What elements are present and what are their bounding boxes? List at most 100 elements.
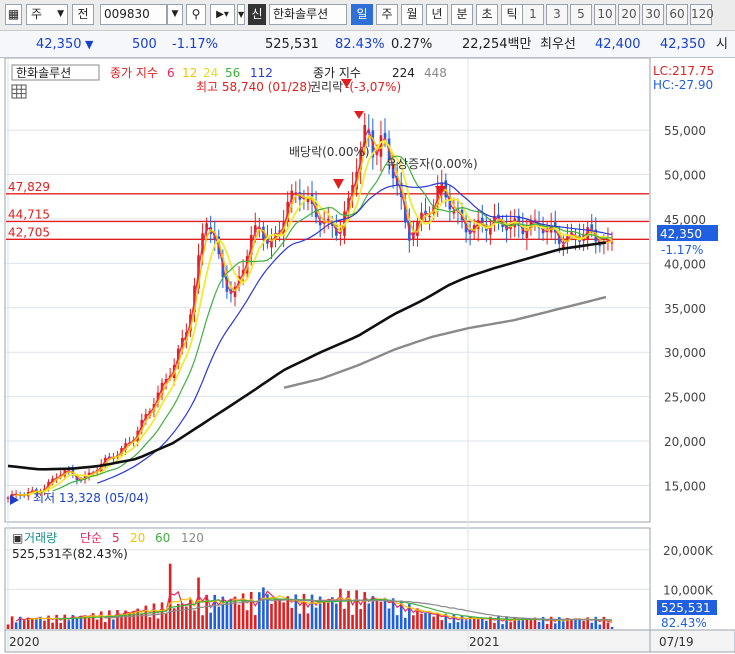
- volume-bar-35: [148, 617, 152, 629]
- volume-bar-24: [103, 622, 107, 629]
- volume-bar-42: [176, 603, 180, 629]
- interval-button-30[interactable]: 30: [642, 4, 664, 25]
- volume-bar-61: [253, 615, 257, 629]
- credit-badge[interactable]: 신: [248, 4, 266, 25]
- volume-bar-117: [480, 617, 484, 629]
- interval-button-5[interactable]: 5: [570, 4, 592, 25]
- grid-toggle-icon[interactable]: [11, 84, 27, 99]
- volume-checkbox-icon[interactable]: ▣: [12, 531, 23, 545]
- chart-area: 55,000 50,000 45,000 40,000 35,000 30,000 25,0…: [4, 58, 735, 653]
- period-tab-0[interactable]: 일: [351, 4, 373, 25]
- volume-current-pct: 82.43%: [661, 616, 707, 630]
- volume-bar-101: [416, 608, 419, 629]
- stock-name-field[interactable]: 한화솔루션: [269, 4, 347, 25]
- vol-y-tick-1: 10,000K: [663, 583, 714, 597]
- y-tick-7: 20,000: [664, 435, 706, 449]
- volume-summary: 525,531주(82.43%): [12, 547, 128, 561]
- y-tick-8: 15,000: [664, 479, 706, 493]
- legend-ma224: 224: [392, 66, 415, 80]
- volume-bar-25: [108, 610, 111, 629]
- volume-bar-142: [582, 620, 585, 629]
- horizontal-line-label-2: 42,705: [8, 225, 50, 239]
- interval-button-20[interactable]: 20: [618, 4, 640, 25]
- volume-bar-120: [493, 622, 496, 629]
- period-tab-2[interactable]: 월: [401, 4, 423, 25]
- speaker-icon[interactable]: ▶▾: [210, 4, 235, 25]
- volume-bar-85: [351, 614, 354, 629]
- candle-body-79: [326, 218, 330, 220]
- chart-menu-icon[interactable]: ▦: [5, 4, 22, 25]
- volume-bar-38: [160, 602, 164, 629]
- price-title: 한화솔루션: [16, 66, 71, 80]
- stock-code-input[interactable]: 009830: [100, 4, 167, 25]
- quote-tail: 시: [716, 37, 728, 52]
- volume-bar-6: [31, 618, 34, 629]
- interval-button-10[interactable]: 10: [594, 4, 616, 25]
- volume-bar-57: [237, 604, 241, 629]
- code-history-icon[interactable]: ▼: [237, 4, 245, 25]
- turnover-percent: 0.27%: [391, 37, 433, 52]
- volume-bar-48: [201, 615, 204, 629]
- period-tab-1[interactable]: 주: [376, 4, 398, 25]
- volume-bar-36: [152, 603, 156, 629]
- period-tab-6[interactable]: 틱: [501, 4, 523, 25]
- volume-bar-147: [602, 616, 606, 629]
- current-change-tag: -1.17%: [661, 243, 703, 257]
- volume-bar-89: [367, 603, 371, 629]
- volume-bar-37: [156, 618, 160, 629]
- volume-bar-82: [339, 588, 342, 629]
- volume-bar-1: [10, 616, 14, 629]
- legend-ma56: 56: [225, 66, 240, 80]
- y-tick-6: 25,000: [664, 391, 706, 405]
- rights-annotation: 권리락: [310, 80, 343, 94]
- high-annotation: 최고 58,740 (01/28): [196, 80, 312, 94]
- legend-label-2: 종가 지수: [313, 66, 361, 80]
- lc-value: LC:217.75: [653, 64, 714, 78]
- volume-bar-96: [395, 615, 399, 629]
- jeon-button[interactable]: 전: [72, 4, 94, 25]
- legend-ma112: 112: [250, 66, 273, 80]
- volume-bar-52: [217, 606, 221, 629]
- volume-bar-124: [509, 622, 512, 629]
- volume-legend-ma5: 5: [112, 531, 120, 545]
- candle-body-146: [598, 245, 602, 247]
- volume-bar-33: [140, 614, 144, 629]
- volume-bar-98: [403, 617, 407, 629]
- volume-bar-93: [383, 597, 387, 629]
- volume-bar-129: [529, 620, 533, 629]
- y-tick-0: 55,000: [664, 124, 706, 138]
- volume-bar-76: [314, 607, 318, 629]
- high-annotation-tail: -(-3,07%): [345, 80, 401, 94]
- candle-body-0: [6, 497, 10, 499]
- period-tab-3[interactable]: 년: [426, 4, 448, 25]
- x-axis-strip: [4, 629, 651, 653]
- volume-bar-87: [359, 609, 362, 629]
- market-select[interactable]: 주 ▼: [26, 4, 68, 25]
- volume-ratio: 82.43%: [335, 37, 385, 52]
- change-percent: -1.17%: [172, 37, 218, 52]
- x-label-1: 2021: [469, 635, 500, 649]
- horizontal-line-label-1: 44,715: [8, 207, 50, 221]
- quote-bar: 42,350 ▼ 500 -1.17% 525,531 82.43% 0.27%…: [0, 31, 735, 58]
- volume-bar-63: [262, 587, 265, 629]
- period-tab-5[interactable]: 초: [476, 4, 498, 25]
- code-dropdown-icon[interactable]: ▼: [167, 4, 183, 25]
- volume-bar-12: [55, 614, 58, 629]
- interval-button-3[interactable]: 3: [546, 4, 568, 25]
- interval-button-1[interactable]: 1: [522, 4, 544, 25]
- volume-bar-14: [63, 614, 67, 629]
- trade-amount: 22,254백만: [462, 37, 532, 52]
- volume-bar-139: [570, 619, 573, 629]
- volume-bar-113: [464, 620, 468, 629]
- volume-bar-83: [343, 608, 346, 629]
- volume-bar-68: [282, 602, 285, 629]
- period-tab-4[interactable]: 분: [451, 4, 473, 25]
- x-label-0: 2020: [9, 635, 40, 649]
- volume-bar-50: [209, 612, 212, 629]
- interval-button-60[interactable]: 60: [666, 4, 688, 25]
- search-icon[interactable]: ⚲: [186, 4, 206, 25]
- volume: 525,531: [265, 37, 319, 52]
- interval-button-120[interactable]: 120: [690, 4, 714, 25]
- volume-bar-111: [456, 622, 460, 629]
- candle-body-104: [428, 215, 431, 218]
